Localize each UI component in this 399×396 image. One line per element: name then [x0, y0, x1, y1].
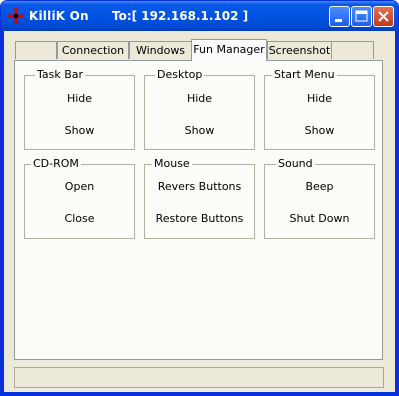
taskbar-show-button[interactable]: Show: [25, 124, 134, 138]
app-window: KilliK On To:[ 192.168.1.102 ] Connectio…: [0, 0, 399, 396]
desktop-show-button[interactable]: Show: [145, 124, 254, 138]
group-sound: Sound Beep Shut Down: [264, 157, 375, 239]
maximize-icon: [355, 10, 368, 22]
sound-shutdown-button[interactable]: Shut Down: [265, 212, 374, 226]
desktop-hide-button[interactable]: Hide: [145, 92, 254, 106]
cdrom-open-button[interactable]: Open: [25, 180, 134, 194]
fun-manager-panel: Task Bar Hide Show Desktop Hide Show Sta…: [14, 60, 383, 360]
mouse-restore-buttons-button[interactable]: Restore Buttons: [145, 212, 254, 226]
mouse-revers-buttons-button[interactable]: Revers Buttons: [145, 180, 254, 194]
group-title: CD-ROM: [31, 157, 81, 171]
sound-beep-button[interactable]: Beep: [265, 180, 374, 194]
window-border-right: [395, 31, 398, 395]
tab-windows[interactable]: Windows: [129, 41, 192, 59]
minimize-icon: [335, 19, 342, 22]
target-address: To:[ 192.168.1.102 ]: [112, 9, 249, 23]
startmenu-show-button[interactable]: Show: [265, 124, 374, 138]
group-title: Start Menu: [272, 68, 337, 82]
window-border-left: [1, 31, 4, 395]
close-icon: [378, 11, 389, 22]
group-task-bar: Task Bar Hide Show: [24, 68, 135, 150]
tab-connection[interactable]: Connection: [57, 41, 129, 59]
window-border-bottom: [1, 392, 398, 395]
maximize-button[interactable]: [351, 6, 372, 27]
group-title: Mouse: [152, 157, 192, 171]
taskbar-hide-button[interactable]: Hide: [25, 92, 134, 106]
cdrom-close-button[interactable]: Close: [25, 212, 134, 226]
group-cd-rom: CD-ROM Open Close: [24, 157, 135, 239]
tab-blank-right[interactable]: [331, 41, 374, 59]
status-bar: [14, 367, 384, 388]
group-title: Desktop: [155, 68, 205, 82]
title-bar[interactable]: KilliK On To:[ 192.168.1.102 ]: [1, 1, 398, 31]
group-start-menu: Start Menu Hide Show: [264, 68, 375, 150]
tab-fun-manager[interactable]: Fun Manager: [191, 39, 267, 61]
startmenu-hide-button[interactable]: Hide: [265, 92, 374, 106]
crosshair-icon: [8, 8, 24, 24]
group-mouse: Mouse Revers Buttons Restore Buttons: [144, 157, 255, 239]
group-title: Sound: [276, 157, 315, 171]
tab-screenshot[interactable]: Screenshot: [267, 41, 332, 59]
close-button[interactable]: [373, 6, 394, 27]
group-title: Task Bar: [35, 68, 86, 82]
group-desktop: Desktop Hide Show: [144, 68, 255, 150]
tab-blank-left[interactable]: [15, 41, 57, 59]
minimize-button[interactable]: [329, 6, 350, 27]
app-title: KilliK On: [29, 9, 89, 23]
